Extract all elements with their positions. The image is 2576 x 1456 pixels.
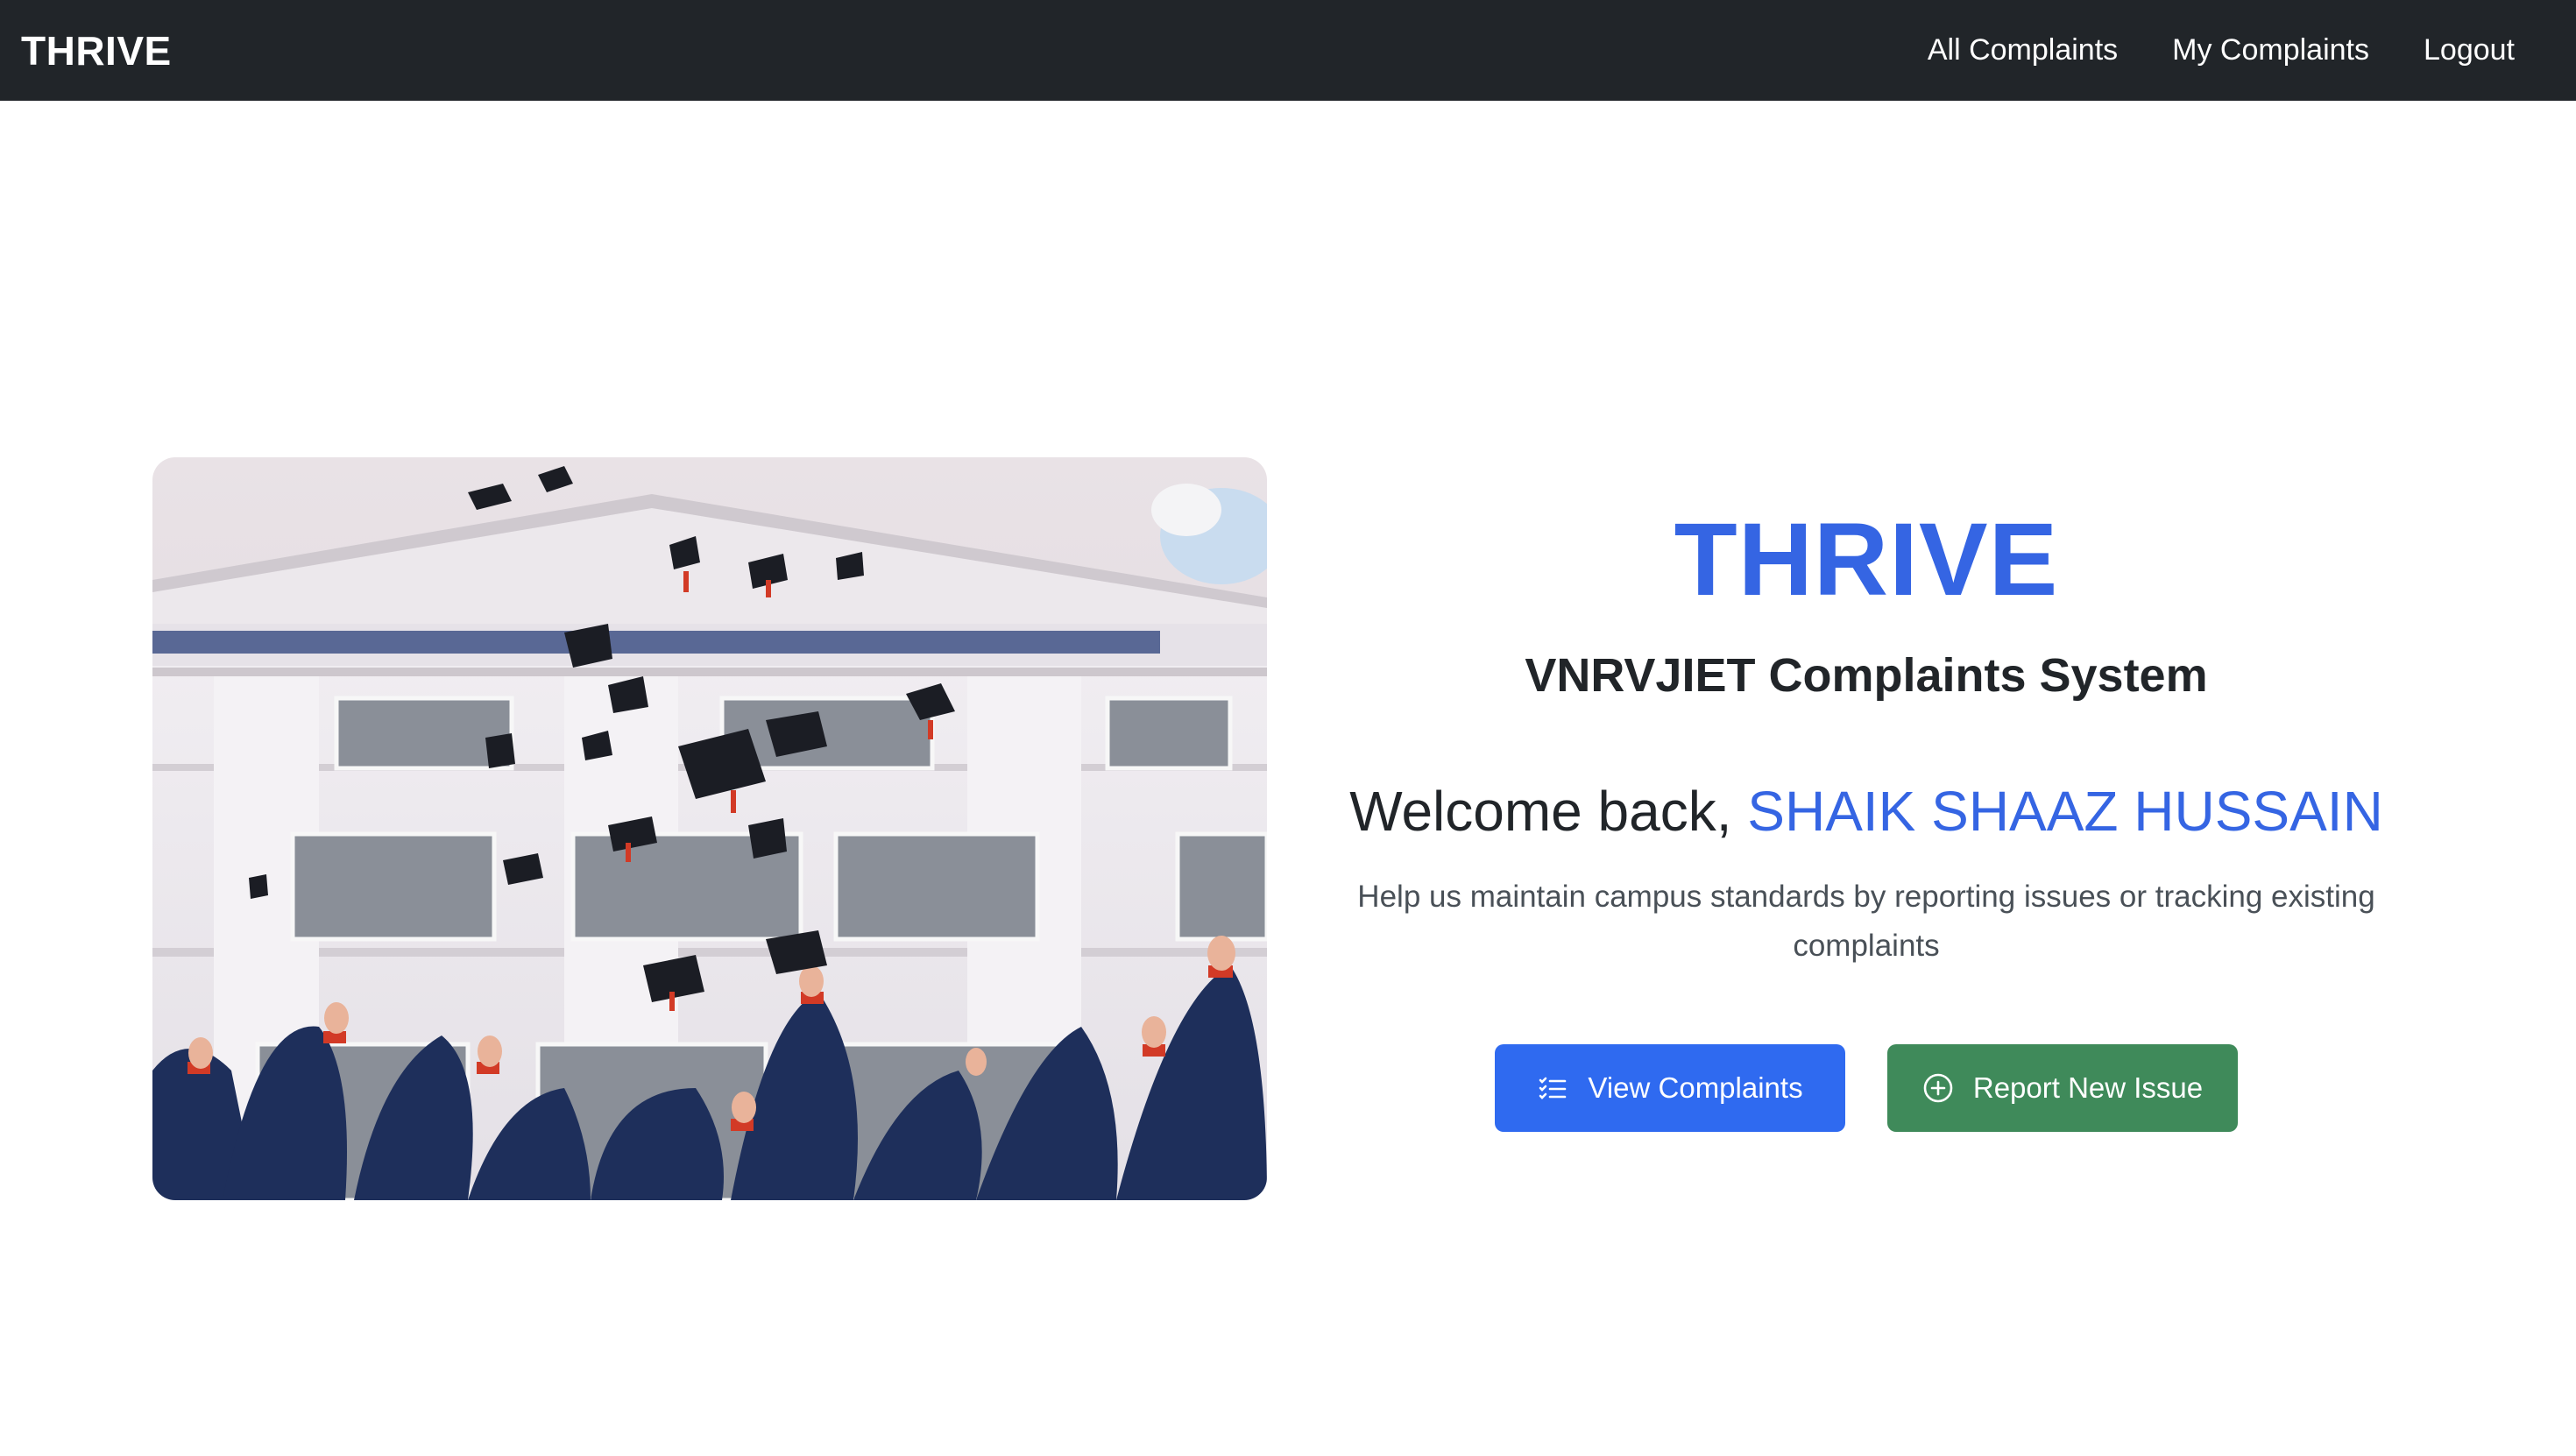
report-new-issue-label: Report New Issue <box>1972 1071 2204 1104</box>
app-subtitle: VNRVJIET Complaints System <box>1525 649 2208 702</box>
user-name: SHAIK SHAAZ HUSSAIN <box>1747 780 2383 844</box>
app-title: THRIVE <box>1674 502 2059 618</box>
hero-description: Help us maintain campus standards by rep… <box>1357 879 2375 963</box>
hero-image <box>152 457 1267 1200</box>
hero-actions: View Complaints Report New Issue <box>1314 1043 2418 1132</box>
welcome-message: Welcome back, SHAIK SHAAZ HUSSAIN <box>1314 781 2418 842</box>
hero-content: THRIVE VNRVJIET Complaints System Welcom… <box>1314 508 2418 1132</box>
report-new-issue-button[interactable]: Report New Issue <box>1887 1043 2238 1132</box>
brand-logo[interactable]: THRIVE <box>21 27 172 74</box>
view-complaints-label: View Complaints <box>1588 1071 1803 1104</box>
plus-circle-icon <box>1922 1072 1954 1104</box>
list-check-icon <box>1537 1072 1568 1104</box>
nav-link-logout[interactable]: Logout <box>2424 33 2515 67</box>
navbar: THRIVE All Complaints My Complaints Logo… <box>0 0 2576 101</box>
nav-link-all-complaints[interactable]: All Complaints <box>1928 33 2118 67</box>
graduation-photo <box>152 457 1267 1200</box>
view-complaints-button[interactable]: View Complaints <box>1495 1043 1845 1132</box>
nav-links: All Complaints My Complaints Logout <box>1928 33 2515 67</box>
welcome-prefix: Welcome back, <box>1349 780 1732 844</box>
nav-link-my-complaints[interactable]: My Complaints <box>2172 33 2369 67</box>
